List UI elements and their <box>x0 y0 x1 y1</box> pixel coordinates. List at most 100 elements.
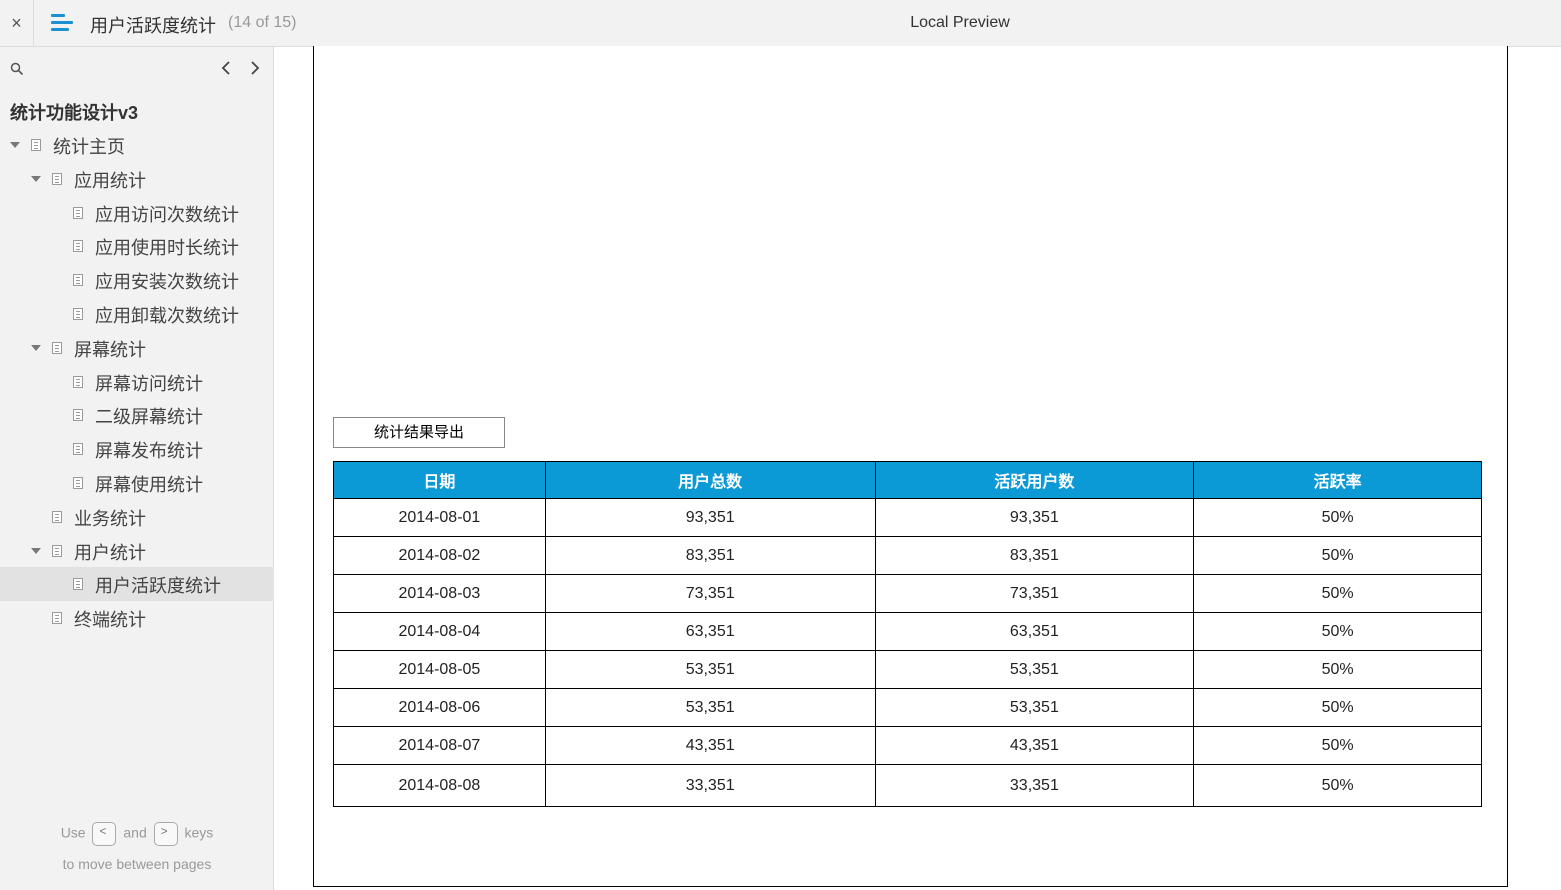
sidebar-item[interactable]: 屏幕访问统计 <box>0 365 274 399</box>
table-header-row: 日期 用户总数 活跃用户数 活跃率 <box>333 461 1482 499</box>
sidebar-item[interactable]: 用户活跃度统计 <box>0 567 274 602</box>
table-row: 2014-08-03 73,351 73,351 50% <box>333 574 1482 613</box>
expand-toggle-icon[interactable] <box>31 547 41 554</box>
table-cell: 63,351 <box>544 612 876 651</box>
sidebar-item[interactable]: 业务统计 <box>0 500 274 534</box>
page-icon <box>52 510 62 523</box>
page-icon <box>31 139 41 151</box>
table-cell: 83,351 <box>874 536 1195 575</box>
sidebar-item-label: 用户活跃度统计 <box>95 576 221 597</box>
table-cell: 50% <box>1193 726 1482 765</box>
table-cell: 53,351 <box>874 688 1195 727</box>
sidebar-item[interactable]: 用户统计 <box>0 534 274 568</box>
page-icon <box>52 544 62 557</box>
prev-key-icon: < <box>92 822 117 846</box>
table-cell: 2014-08-03 <box>333 574 546 613</box>
sidebar-item-label: 终端统计 <box>74 610 146 631</box>
table-cell: 50% <box>1193 574 1482 613</box>
menu-icon[interactable] <box>51 14 75 34</box>
table-cell: 50% <box>1193 612 1482 651</box>
next-key-icon: > <box>153 822 178 846</box>
sidebar-item-label: 屏幕统计 <box>74 339 146 360</box>
sidebar-item[interactable]: 二级屏幕统计 <box>0 398 274 432</box>
search-icon[interactable] <box>10 62 24 76</box>
table-cell: 50% <box>1193 498 1482 537</box>
chevron-left-icon[interactable] <box>216 57 236 79</box>
export-results-button[interactable]: 统计结果导出 <box>333 417 505 448</box>
page-icon <box>73 307 83 320</box>
hint-text: keys <box>184 824 214 841</box>
table-cell: 93,351 <box>874 498 1195 537</box>
table-cell: 50% <box>1193 764 1482 807</box>
column-header: 日期 <box>333 461 546 499</box>
column-header: 活跃用户数 <box>874 461 1195 499</box>
preview-label: Local Preview <box>910 14 1010 31</box>
table-cell: 43,351 <box>874 726 1195 765</box>
page-icon <box>52 612 62 625</box>
sidebar-item[interactable]: 应用访问次数统计 <box>0 196 274 230</box>
table-cell: 2014-08-01 <box>333 498 546 537</box>
page-icon <box>52 172 62 185</box>
page-icon <box>73 206 83 219</box>
sidebar-item[interactable]: 应用统计 <box>0 162 274 196</box>
table-row: 2014-08-01 93,351 93,351 50% <box>333 498 1482 537</box>
sidebar-item[interactable]: 应用使用时长统计 <box>0 229 274 263</box>
sidebar: 统计功能设计v3 统计主页 应用统计应用访问次数统计 应用使用时长统计 应用安装次数统… <box>0 47 274 890</box>
table-cell: 83,351 <box>544 536 876 575</box>
table-cell: 50% <box>1193 650 1482 689</box>
sidebar-item-label: 屏幕发布统计 <box>95 441 203 462</box>
table-cell: 93,351 <box>544 498 876 537</box>
table-cell: 73,351 <box>544 574 876 613</box>
table-cell: 53,351 <box>544 650 876 689</box>
expand-toggle-icon[interactable] <box>31 175 41 182</box>
close-icon: × <box>11 12 22 33</box>
page-icon <box>73 274 83 287</box>
sidebar-item[interactable]: 应用安装次数统计 <box>0 263 274 297</box>
column-header: 用户总数 <box>544 461 876 499</box>
sidebar-item[interactable]: 屏幕发布统计 <box>0 432 274 466</box>
table-cell: 53,351 <box>544 688 876 727</box>
sidebar-item[interactable]: 屏幕使用统计 <box>0 466 274 500</box>
keyboard-hint-line2: to move between pages <box>62 856 212 872</box>
sidebar-item-label: 应用访问次数统计 <box>95 204 239 225</box>
table-row: 2014-08-08 33,351 33,351 50% <box>333 764 1482 807</box>
table-cell: 2014-08-02 <box>333 536 546 575</box>
project-title: 统计功能设计v3 <box>10 103 139 123</box>
sidebar-item-label: 二级屏幕统计 <box>95 407 203 428</box>
table-cell: 33,351 <box>874 764 1195 807</box>
table-cell: 43,351 <box>544 726 876 765</box>
table-cell: 73,351 <box>874 574 1195 613</box>
expand-toggle-icon[interactable] <box>31 344 41 351</box>
sidebar-item-label: 屏幕使用统计 <box>95 474 203 495</box>
sidebar-item[interactable]: 应用卸载次数统计 <box>0 297 274 331</box>
table-cell: 2014-08-08 <box>333 764 546 807</box>
table-cell: 50% <box>1193 688 1482 727</box>
sidebar-item-label: 业务统计 <box>74 508 146 529</box>
sidebar-item-label: 应用使用时长统计 <box>95 238 239 259</box>
page-icon <box>73 443 83 456</box>
table-row: 2014-08-05 53,351 53,351 50% <box>333 650 1482 689</box>
page-icon <box>52 341 62 354</box>
table-cell: 33,351 <box>544 764 876 807</box>
close-button[interactable]: × <box>0 0 34 46</box>
stats-table: 日期 用户总数 活跃用户数 活跃率 2014-08-01 93,351 93,351… <box>333 461 1482 807</box>
hint-text: Use <box>60 824 86 841</box>
expand-toggle-icon[interactable] <box>10 142 20 148</box>
table-cell: 53,351 <box>874 650 1195 689</box>
page-icon <box>73 578 83 591</box>
table-row: 2014-08-04 63,351 63,351 50% <box>333 612 1482 651</box>
sidebar-item[interactable]: 屏幕统计 <box>0 331 274 365</box>
sidebar-item[interactable]: 终端统计 <box>0 601 274 635</box>
table-cell: 2014-08-04 <box>333 612 546 651</box>
top-bar: × 用户活跃度统计 (14 of 15) Local Preview <box>0 0 1561 47</box>
sidebar-item[interactable]: 统计主页 <box>0 128 274 162</box>
page-icon <box>73 476 83 489</box>
table-cell: 50% <box>1193 536 1482 575</box>
page-count: (14 of 15) <box>228 14 297 31</box>
table-cell: 2014-08-05 <box>333 650 546 689</box>
chevron-right-icon[interactable] <box>245 57 265 79</box>
hint-text: and <box>123 824 147 841</box>
page-icon <box>73 240 83 253</box>
table-cell: 2014-08-06 <box>333 688 546 727</box>
sidebar-item-label: 应用安装次数统计 <box>95 272 239 293</box>
